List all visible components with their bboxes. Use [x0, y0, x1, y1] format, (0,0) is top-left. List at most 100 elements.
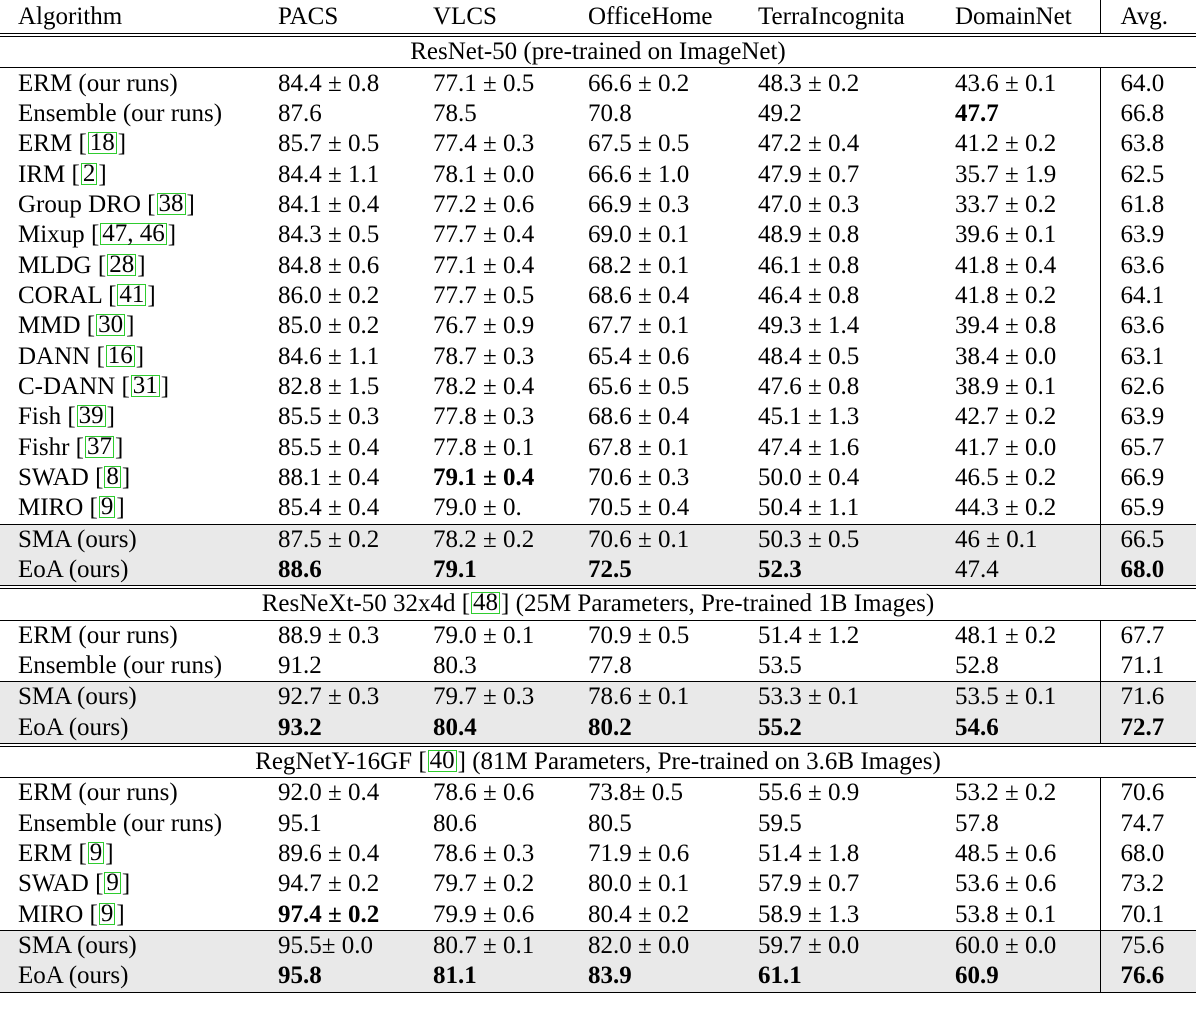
officehome-cell: 66.6 ± 0.2	[588, 69, 690, 97]
citation-link[interactable]: 9	[98, 494, 116, 519]
citation-link[interactable]: 39	[76, 403, 106, 428]
table-row: Ensemble (our runs) 95.1 80.6 80.5 59.5 57.8 7…	[0, 808, 1196, 839]
citation-link[interactable]: 2	[80, 161, 98, 186]
table-row: SMA (ours) 87.5 ± 0.2 78.2 ± 0.2 70.6 ± 0.1…	[0, 523, 1196, 555]
algorithm-name: Fish	[18, 403, 62, 431]
vlcs-cell: 78.2 ± 0.4	[433, 372, 535, 400]
algorithm-name: CORAL	[18, 281, 102, 309]
officehome-cell: 67.7 ± 0.1	[588, 312, 690, 340]
citation-link[interactable]: 28	[107, 252, 137, 277]
citation-link[interactable]: 41	[117, 282, 147, 307]
citation-link[interactable]: 9	[98, 901, 116, 926]
algorithm-name: DANN	[18, 342, 91, 370]
domainnet-cell: 54.6	[937, 712, 1100, 746]
domainnet-cell: 39.4 ± 0.8	[955, 312, 1057, 340]
section-header-row: ResNeXt-50 32x4d [48] (25M Parameters, P…	[0, 585, 1196, 621]
algorithm-name: MLDG	[18, 251, 92, 279]
domainnet-cell: 46 ± 0.1	[937, 523, 1100, 555]
vlcs-cell: 77.2 ± 0.6	[433, 190, 535, 218]
algorithm-name: ERM (our runs)	[18, 779, 178, 807]
domainnet-cell: 43.6 ± 0.1	[955, 69, 1057, 97]
domainnet-cell: 60.9	[937, 961, 1100, 993]
header-avg: Avg.	[1099, 0, 1196, 35]
terraincognita-cell: 46.4 ± 0.8	[758, 281, 860, 309]
table-row: IRM [2] 84.4 ± 1.1 78.1 ± 0.0 66.6 ± 1.0 47.…	[0, 159, 1196, 190]
vlcs-cell: 78.1 ± 0.0	[433, 160, 535, 188]
avg-cell: 62.5	[1099, 159, 1196, 190]
algorithm-name: SMA (ours)	[18, 932, 137, 960]
avg-cell: 70.6	[1099, 777, 1196, 809]
domainnet-cell: 47.7	[955, 99, 999, 127]
avg-cell: 66.8	[1099, 98, 1196, 130]
officehome-cell: 70.6 ± 0.1	[570, 523, 740, 555]
citation-link[interactable]: 37	[84, 434, 114, 459]
citation-link[interactable]: 9	[104, 870, 121, 895]
terraincognita-cell: 55.6 ± 0.9	[758, 779, 860, 807]
pacs-cell: 95.5± 0.0	[260, 929, 415, 962]
vlcs-cell: 78.7 ± 0.3	[433, 342, 535, 370]
algorithm-cell: Ensemble (our runs)	[0, 99, 260, 129]
citation-link[interactable]: 48	[471, 591, 501, 615]
domainnet-cell: 48.1 ± 0.2	[955, 621, 1057, 649]
pacs-cell: 92.0 ± 0.4	[278, 779, 380, 807]
avg-cell: 65.7	[1099, 432, 1196, 463]
algorithm-name: Ensemble (our runs)	[18, 652, 223, 680]
algorithm-cell: IRM [2]	[18, 159, 107, 188]
vlcs-cell: 78.5	[433, 99, 477, 127]
algorithm-name: SMA (ours)	[18, 683, 137, 711]
table-row: SWAD [9] 94.7 ± 0.2 79.7 ± 0.2 80.0 ± 0.1 57…	[0, 869, 1196, 900]
domainnet-cell: 35.7 ± 1.9	[955, 160, 1057, 188]
header-row: Algorithm PACS VLCS OfficeHome TerraInco…	[0, 0, 1196, 35]
citation-link[interactable]: 8	[104, 464, 121, 489]
officehome-cell: 82.0 ± 0.0	[570, 929, 740, 962]
avg-cell: 76.6	[1099, 961, 1196, 993]
algorithm-cell: Fish [39]	[18, 402, 115, 431]
citation-link[interactable]: 38	[156, 191, 186, 216]
algorithm-name: SWAD	[18, 463, 89, 491]
citation-link[interactable]: 31	[130, 373, 160, 398]
vlcs-cell: 79.0 ± 0.	[433, 494, 522, 522]
terraincognita-cell: 48.9 ± 0.8	[758, 221, 860, 249]
citation-link[interactable]: 47, 46	[100, 221, 167, 246]
vlcs-cell: 79.1	[415, 554, 570, 588]
avg-cell: 67.7	[1099, 620, 1196, 651]
citation-link[interactable]: 9	[87, 840, 105, 865]
officehome-cell: 66.9 ± 0.3	[588, 190, 690, 218]
header-algorithm: Algorithm	[18, 2, 123, 30]
officehome-cell: 65.6 ± 0.5	[588, 372, 690, 400]
vlcs-cell: 80.7 ± 0.1	[415, 929, 570, 962]
officehome-cell: 80.2	[570, 712, 740, 746]
vlcs-cell: 77.8 ± 0.1	[433, 433, 535, 461]
algorithm-cell: MIRO [9]	[18, 493, 125, 522]
algorithm-cell: EoA (ours)	[0, 554, 260, 588]
officehome-cell: 70.6 ± 0.3	[588, 463, 690, 491]
algorithm-cell: Ensemble (our runs)	[0, 651, 260, 682]
table-row: MIRO [9] 97.4 ± 0.2 79.9 ± 0.6 80.4 ± 0.2 58…	[0, 899, 1196, 931]
algorithm-cell: DANN [16]	[18, 341, 145, 370]
pacs-cell: 85.5 ± 0.3	[278, 403, 380, 431]
citation-link[interactable]: 16	[105, 343, 135, 368]
terraincognita-cell: 52.3	[740, 554, 937, 588]
pacs-cell: 85.7 ± 0.5	[278, 130, 380, 158]
citation-link[interactable]: 18	[87, 130, 117, 155]
vlcs-cell: 79.7 ± 0.2	[433, 870, 535, 898]
algorithm-name: EoA (ours)	[18, 713, 129, 741]
citation-link[interactable]: 30	[96, 312, 126, 337]
terraincognita-cell: 47.2 ± 0.4	[758, 130, 860, 158]
vlcs-cell: 76.7 ± 0.9	[433, 312, 535, 340]
officehome-cell: 73.8± 0.5	[588, 779, 683, 807]
officehome-cell: 67.5 ± 0.5	[588, 130, 690, 158]
algorithm-name: Mixup	[18, 221, 85, 249]
algorithm-name: ERM	[18, 130, 73, 158]
section-header-row: ResNet-50 (pre-trained on ImageNet)	[0, 33, 1196, 69]
pacs-cell: 94.7 ± 0.2	[278, 870, 380, 898]
officehome-cell: 69.0 ± 0.1	[588, 221, 690, 249]
table-row: EoA (ours) 95.8 81.1 83.9 61.1 60.9 76.6	[0, 961, 1196, 993]
algorithm-name: SWAD	[18, 870, 89, 898]
avg-cell: 63.9	[1099, 220, 1196, 251]
citation-link[interactable]: 40	[427, 749, 457, 773]
table-row: ERM (our runs) 92.0 ± 0.4 78.6 ± 0.6 73.8± …	[0, 777, 1196, 809]
header-pacs: PACS	[278, 2, 339, 30]
header-terraincognita: TerraIncognita	[758, 2, 905, 30]
domainnet-cell: 41.8 ± 0.4	[955, 251, 1057, 279]
